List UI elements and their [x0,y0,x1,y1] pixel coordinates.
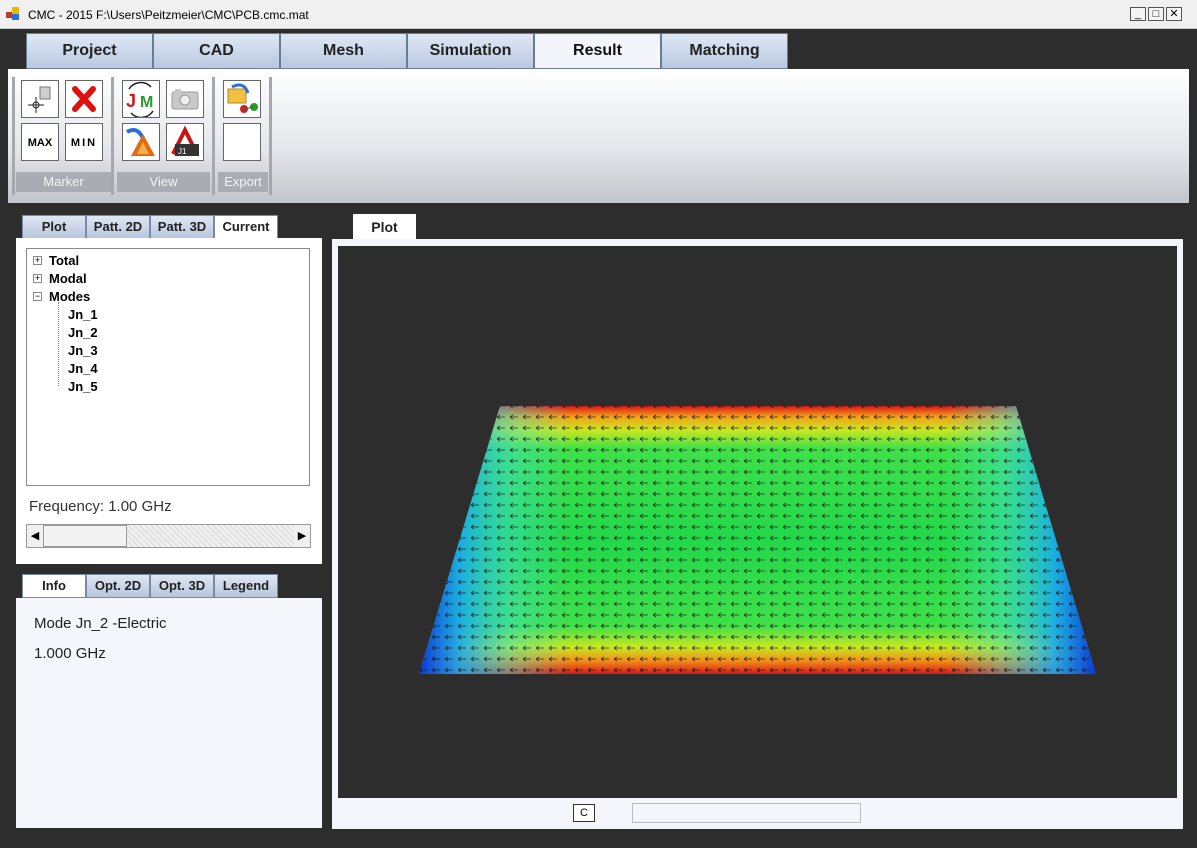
minimize-button[interactable]: _ [1130,7,1146,21]
maximize-button[interactable]: □ [1148,7,1164,21]
close-button[interactable]: ✕ [1166,7,1182,21]
export-button[interactable] [223,80,261,118]
svg-text:M: M [140,94,153,111]
tab-patt-3d[interactable]: Patt. 3D [150,215,214,239]
tree-node-jn-1[interactable]: Jn_1 [68,307,98,322]
screenshot-button[interactable] [166,80,204,118]
tab-simulation[interactable]: Simulation [407,33,534,69]
status-field [632,803,861,823]
expand-icon[interactable]: + [33,274,42,283]
ribbon-separator [12,77,15,195]
tab-legend[interactable]: Legend [214,574,278,598]
tab-result[interactable]: Result [534,33,661,69]
app-icon [6,7,19,20]
group-label-marker: Marker [16,172,111,192]
tab-cad[interactable]: CAD [153,33,280,69]
pdf-export-button[interactable]: J1 [166,123,204,161]
acrobat-icon: J1 [171,125,199,156]
frequency-slider[interactable]: ◀ ▶ [26,524,311,548]
tree-node-jn-5[interactable]: Jn_5 [68,379,98,394]
tree-node-jn-2[interactable]: Jn_2 [68,325,98,340]
tab-plot[interactable]: Plot [22,215,86,239]
svg-text:J: J [126,91,136,111]
tab-patt-2d[interactable]: Patt. 2D [86,215,150,239]
tab-opt-2d[interactable]: Opt. 2D [86,574,150,598]
add-marker-button[interactable] [21,80,59,118]
export-empty-button[interactable] [223,123,261,161]
current-vectors [419,406,1096,674]
mode-tree[interactable]: + Total + Modal − Modes Jn_1 Jn_2 Jn_3 J… [26,248,310,486]
jm-icon: J M [126,81,154,119]
frequency-label: Frequency: 1.00 GHz [29,498,172,515]
group-label-view: View [117,172,210,192]
scroll-left-icon[interactable]: ◀ [27,525,43,547]
ribbon-separator [269,77,272,195]
current-distribution-plot[interactable] [338,246,1177,798]
ribbon-separator [111,77,114,195]
tree-node-jn-3[interactable]: Jn_3 [68,343,98,358]
jm-view-button[interactable]: J M [122,80,160,119]
info-mode: Mode Jn_2 -Electric [34,615,167,632]
group-label-export: Export [218,172,268,192]
tab-mesh[interactable]: Mesh [280,33,407,69]
collapse-icon[interactable]: − [33,292,42,301]
camera-icon [171,89,199,110]
tab-current[interactable]: Current [214,215,278,239]
max-button[interactable]: MAX [21,123,59,161]
info-frequency: 1.000 GHz [34,645,106,662]
close-icon [72,86,96,112]
tree-node-total[interactable]: Total [49,253,79,268]
tab-info[interactable]: Info [22,574,86,598]
tab-project[interactable]: Project [26,33,153,69]
tab-opt-3d[interactable]: Opt. 3D [150,574,214,598]
delete-marker-button[interactable] [65,80,103,118]
c-button[interactable]: C [573,804,595,822]
current-plot-canvas[interactable] [338,246,1177,798]
ribbon-separator [212,77,215,195]
matlab-export-button[interactable] [122,123,160,161]
tree-node-modes[interactable]: Modes [49,289,90,304]
tab-plot-view[interactable]: Plot [353,214,416,240]
min-button[interactable]: MIN [65,123,103,161]
tab-matching[interactable]: Matching [661,33,788,69]
marker-icon [28,86,51,113]
tree-node-modal[interactable]: Modal [49,271,87,286]
window-title: CMC - 2015 F:\Users\Peitzmeier\CMC\PCB.c… [28,8,309,22]
export-folder-icon [227,83,258,113]
tree-line [58,302,59,386]
expand-icon[interactable]: + [33,256,42,265]
matlab-icon [125,128,155,156]
svg-text:J1: J1 [178,147,187,156]
scroll-right-icon[interactable]: ▶ [294,525,310,547]
slider-thumb[interactable] [43,525,127,547]
title-bar: CMC - 2015 F:\Users\Peitzmeier\CMC\PCB.c… [0,0,1197,29]
tree-node-jn-4[interactable]: Jn_4 [68,361,98,376]
info-panel [16,598,322,828]
